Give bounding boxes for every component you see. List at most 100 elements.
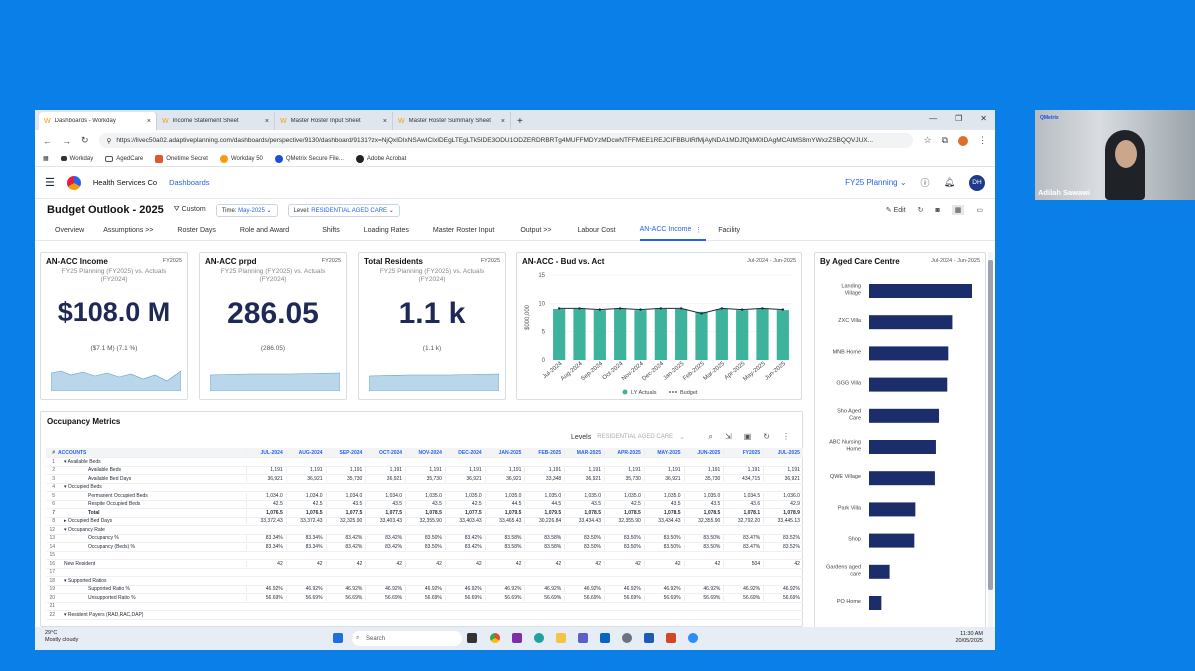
tab-role-and-award[interactable]: Role and Award <box>240 221 322 241</box>
table-row[interactable]: 5 Permanent Occupied Beds 1,034.0 1,034.0 1,… <box>46 492 803 501</box>
profile-icon[interactable] <box>958 135 968 146</box>
table-cell[interactable]: 1,077.5 <box>365 509 405 516</box>
table-cell[interactable]: 32,355.90 <box>683 518 724 525</box>
table-cell[interactable]: 46.92% <box>325 586 366 593</box>
table-row[interactable]: 12 ▾ Occupancy Rate <box>46 526 803 535</box>
grid-view-icon[interactable]: ▦ <box>951 205 965 215</box>
table-cell[interactable]: 42 <box>643 560 684 567</box>
table-cell[interactable]: 32,792.20 <box>723 518 763 525</box>
column-header[interactable]: NOV-2024 <box>405 449 445 456</box>
zoom-icon[interactable] <box>688 633 698 643</box>
table-cell[interactable]: 46.92% <box>564 586 604 593</box>
table-cell[interactable]: 56.69% <box>604 594 644 601</box>
table-cell[interactable]: 42 <box>564 560 604 567</box>
browser-menu-icon[interactable]: ⋮ <box>978 135 987 146</box>
bell-icon[interactable]: 🔔︎ <box>944 177 955 188</box>
more-options-icon[interactable]: ⋮ <box>782 432 790 442</box>
table-cell[interactable]: 83.42% <box>444 543 485 550</box>
table-cell[interactable]: 1,077.5 <box>444 509 485 516</box>
table-cell[interactable]: 46.92% <box>683 586 724 593</box>
table-cell[interactable]: 83.42% <box>444 535 485 542</box>
help-icon[interactable]: ⓘ <box>921 176 930 189</box>
table-cell[interactable]: 33,403.43 <box>365 518 405 525</box>
table-cell[interactable]: 83.50% <box>564 543 604 550</box>
column-header[interactable]: JUL-2024 <box>245 449 286 456</box>
hamburger-menu-icon[interactable]: ☰ <box>45 176 55 189</box>
tab-shifts[interactable]: Shifts <box>322 221 364 241</box>
table-row[interactable]: 4 ▾ Occupied Beds <box>46 484 803 492</box>
table-cell[interactable]: 43.5 <box>405 501 445 508</box>
table-cell[interactable]: 42 <box>444 560 485 567</box>
table-cell[interactable]: 42 <box>683 560 724 567</box>
column-header[interactable]: JUL-2025 <box>763 449 803 456</box>
table-cell[interactable]: 33,445.13 <box>763 518 803 525</box>
tab-overview[interactable]: Overview <box>55 221 103 241</box>
forward-icon[interactable]: → <box>62 136 71 146</box>
save-icon[interactable]: ▣ <box>744 432 752 442</box>
table-cell[interactable]: 83.42% <box>325 535 366 542</box>
tab-labour-cost[interactable]: Labour Cost <box>577 221 639 241</box>
back-icon[interactable]: ← <box>43 136 52 146</box>
table-cell[interactable]: 83.42% <box>365 535 405 542</box>
table-cell[interactable]: 83.34% <box>245 535 286 542</box>
table-cell[interactable]: 56.69% <box>325 594 366 601</box>
system-clock[interactable]: 11:30 AM 20/05/2025 <box>955 631 983 646</box>
table-cell[interactable]: 56.69% <box>564 594 604 601</box>
table-cell[interactable]: 1,191 <box>325 467 366 474</box>
browser-tab-roster-input[interactable]: W Master Roster Input Sheet × <box>275 112 393 130</box>
table-cell[interactable]: 1,191 <box>245 467 286 474</box>
table-cell[interactable]: 83.50% <box>604 535 644 542</box>
table-cell[interactable]: 1,034.0 <box>325 492 366 499</box>
table-cell[interactable]: 1,034.5 <box>723 492 763 499</box>
tab-master-roster-input[interactable]: Master Roster Input <box>433 221 520 241</box>
chrome-icon[interactable] <box>490 633 500 643</box>
table-cell[interactable]: 43.5 <box>683 501 724 508</box>
table-cell[interactable]: 83.58% <box>484 543 525 550</box>
bookmark-qmetrix[interactable]: QMetrix Secure File... <box>274 154 344 163</box>
table-cell[interactable]: 43.5 <box>564 501 604 508</box>
table-cell[interactable]: 83.50% <box>564 535 604 542</box>
table-cell[interactable]: 46.92% <box>723 586 763 593</box>
column-header[interactable]: DEC-2024 <box>444 449 485 456</box>
table-cell[interactable]: 1,079.5 <box>484 509 525 516</box>
table-cell[interactable]: 1,191 <box>524 467 564 474</box>
table-cell[interactable]: 1,078.5 <box>405 509 445 516</box>
table-cell[interactable]: 30,226.84 <box>524 518 564 525</box>
table-cell[interactable]: 42 <box>405 560 445 567</box>
camera-icon[interactable]: ◙ <box>936 207 940 214</box>
avatar[interactable]: DH <box>969 174 985 191</box>
restore-icon[interactable]: ❐ <box>955 114 962 123</box>
table-cell[interactable]: 56.69% <box>723 594 763 601</box>
table-cell[interactable]: 1,078.5 <box>564 509 604 516</box>
column-header[interactable]: FY2025 <box>723 449 763 456</box>
table-cell[interactable]: 42 <box>603 560 644 567</box>
table-cell[interactable]: 56.69% <box>524 594 564 601</box>
table-cell[interactable]: 1,191 <box>723 467 763 474</box>
table-cell[interactable]: 83.50% <box>643 543 684 550</box>
browser-tab-roster-summary[interactable]: W Master Roster Summary Sheet × <box>393 112 511 130</box>
table-cell[interactable]: 56.69% <box>763 594 803 601</box>
column-header[interactable]: AUG-2024 <box>285 449 326 456</box>
table-cell[interactable]: 56.69% <box>405 594 445 601</box>
table-cell[interactable]: 56.69% <box>365 594 405 601</box>
custom-filter[interactable]: ⛛ Custom <box>174 206 206 214</box>
column-header[interactable]: OCT-2024 <box>365 449 405 456</box>
column-header[interactable]: # <box>46 450 58 456</box>
url-field[interactable]: ⚲ https://livec50a02.adaptiveplanning.co… <box>98 133 914 148</box>
export-icon[interactable]: ⇲ <box>725 432 732 442</box>
level-filter[interactable]: Level: RESIDENTIAL AGED CARE ⌄ <box>287 203 400 217</box>
column-header[interactable]: ACCOUNTS <box>58 450 246 456</box>
table-cell[interactable]: 1,191 <box>444 467 485 474</box>
table-row[interactable]: 14 Occupancy (Beds) % 83.34% 83.34% 83.42% 83… <box>46 543 803 552</box>
table-row[interactable]: 19 Supported Ratio % 46.92% 46.92% 46.92% 46.… <box>46 586 803 594</box>
table-cell[interactable]: 1,079.5 <box>524 509 564 516</box>
table-cell[interactable]: 1,191 <box>564 467 604 474</box>
refresh-icon[interactable]: ↻ <box>763 432 770 442</box>
powerpoint-icon[interactable] <box>666 633 676 643</box>
table-cell[interactable]: 1,191 <box>763 467 803 474</box>
table-cell[interactable]: 46.92% <box>405 586 445 593</box>
table-cell[interactable]: 1,035.0 <box>524 492 564 499</box>
table-row[interactable]: 8 ▸ Occupied Bed Days 33,372.43 33,372.43 32… <box>46 518 803 526</box>
table-row[interactable]: 18 ▾ Supported Ratios <box>46 577 803 586</box>
tab-an-acc-income[interactable]: AN-ACC Income ⋮ <box>639 221 707 241</box>
